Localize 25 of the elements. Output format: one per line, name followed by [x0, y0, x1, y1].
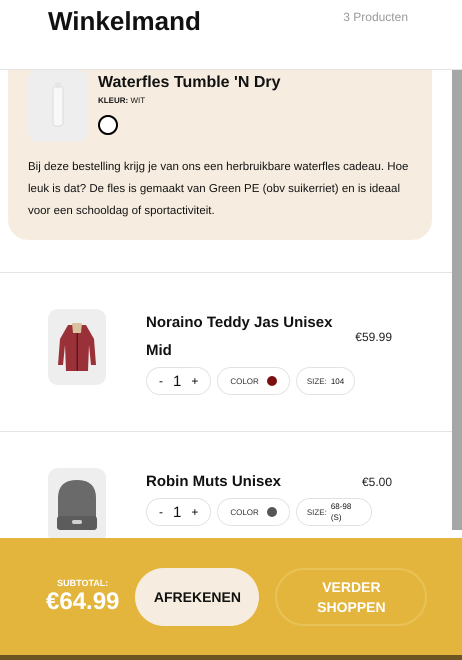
- scrollbar[interactable]: [452, 70, 462, 530]
- product-name: Waterfles Tumble 'N Dry: [98, 74, 281, 92]
- color-swatch[interactable]: [98, 115, 118, 135]
- decrease-button[interactable]: -: [151, 505, 171, 519]
- color-selector[interactable]: COLOR: [217, 367, 290, 395]
- product-name: Noraino Teddy Jas Unisex Mid: [146, 313, 334, 361]
- subtotal-label: SUBTOTAL:: [57, 578, 108, 588]
- product-price: €59.99: [355, 330, 392, 344]
- page-title: Winkelmand: [48, 6, 201, 37]
- subtotal-amount: €64.99: [46, 588, 120, 616]
- increase-button[interactable]: +: [183, 505, 206, 519]
- increase-button[interactable]: +: [183, 374, 206, 388]
- product-name: Robin Muts Unisex: [146, 472, 282, 492]
- checkout-button[interactable]: AFREKENEN: [135, 568, 260, 626]
- color-label: KLEUR: WIT: [98, 96, 146, 105]
- product-count: 3 Producten: [343, 10, 408, 24]
- decrease-button[interactable]: -: [151, 374, 171, 388]
- size-selector[interactable]: SIZE: 104: [296, 367, 356, 395]
- color-selector[interactable]: COLOR: [217, 498, 290, 526]
- quantity-stepper[interactable]: - 1 +: [146, 498, 212, 526]
- quantity-value: 1: [173, 372, 182, 390]
- product-price: €5.00: [362, 475, 392, 489]
- quantity-stepper[interactable]: - 1 +: [146, 367, 212, 395]
- quantity-value: 1: [173, 504, 182, 520]
- gift-description: Bij deze bestelling krijg je van ons een herbruikbare waterfles cadeau. Hoe leuk is dat? De fles is gemaakt van Green PE (obv suikerriet) en is ideaal voor een schooldag of sportactiviteit.: [28, 160, 410, 219]
